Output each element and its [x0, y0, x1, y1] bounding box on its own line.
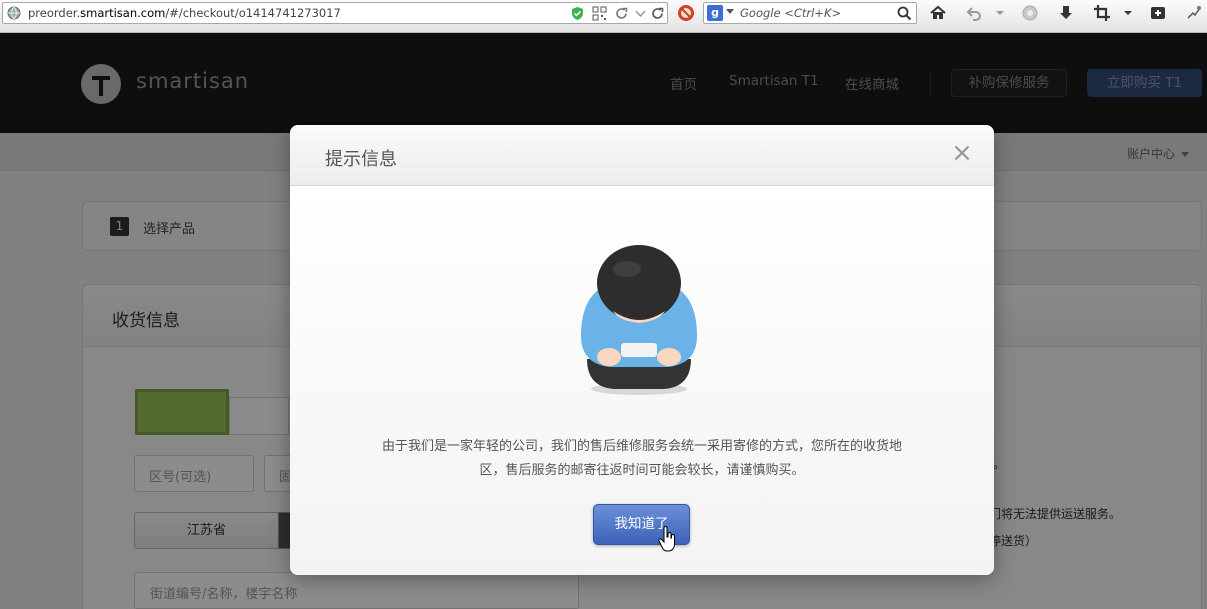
add-tab-icon[interactable]	[1149, 4, 1167, 22]
history-caret-icon[interactable]	[991, 4, 1009, 22]
crop-icon[interactable]	[1093, 4, 1111, 22]
url-prefix: preorder.	[28, 6, 81, 20]
browser-toolbar: preorder.smartisan.com/#/checkout/o14147…	[0, 0, 1207, 33]
bowing-person-icon	[581, 245, 697, 395]
home-icon[interactable]	[929, 4, 947, 22]
dialog-body: 由于我们是一家年轻的公司，我们的售后维修服务会统一采用寄修的方式，您所在的收货地…	[290, 186, 994, 575]
globe-icon	[7, 6, 21, 20]
refresh-icon[interactable]	[614, 6, 629, 21]
url-path: /#/checkout/o1414741273017	[165, 6, 341, 20]
shield-check-icon[interactable]	[570, 6, 585, 21]
search-bar[interactable]: g Google <Ctrl+K>	[703, 2, 917, 24]
hand-pointer-icon	[658, 526, 675, 552]
search-icon[interactable]	[896, 5, 912, 21]
url-domain: smartisan.com	[80, 6, 166, 20]
menu-caret-icon[interactable]	[1119, 4, 1137, 22]
extension-icon[interactable]	[1185, 4, 1203, 22]
dropdown-arrow-icon[interactable]	[633, 6, 648, 21]
addon-circle-icon[interactable]	[1021, 4, 1039, 22]
url-text: preorder.smartisan.com/#/checkout/o14147…	[28, 6, 341, 20]
address-bar[interactable]: preorder.smartisan.com/#/checkout/o14147…	[2, 2, 668, 24]
google-icon[interactable]: g	[707, 5, 723, 21]
dialog-header: 提示信息 ×	[290, 125, 994, 186]
dialog-message: 由于我们是一家年轻的公司，我们的售后维修服务会统一采用寄修的方式，您所在的收货地…	[381, 439, 902, 478]
close-icon[interactable]: ×	[950, 140, 974, 166]
notice-dialog: 提示信息 × 由于我们是一家年轻的公司，我们的售后维修服务会统一采用寄修的方式，…	[290, 125, 994, 575]
reload-icon[interactable]	[650, 6, 665, 21]
search-engine-caret-icon[interactable]	[726, 9, 734, 14]
qr-code-icon[interactable]	[592, 6, 607, 21]
undo-icon[interactable]	[965, 4, 983, 22]
adblock-icon[interactable]	[677, 4, 695, 22]
search-placeholder: Google <Ctrl+K>	[740, 6, 842, 20]
dialog-title: 提示信息	[325, 149, 397, 170]
download-icon[interactable]	[1057, 4, 1075, 22]
